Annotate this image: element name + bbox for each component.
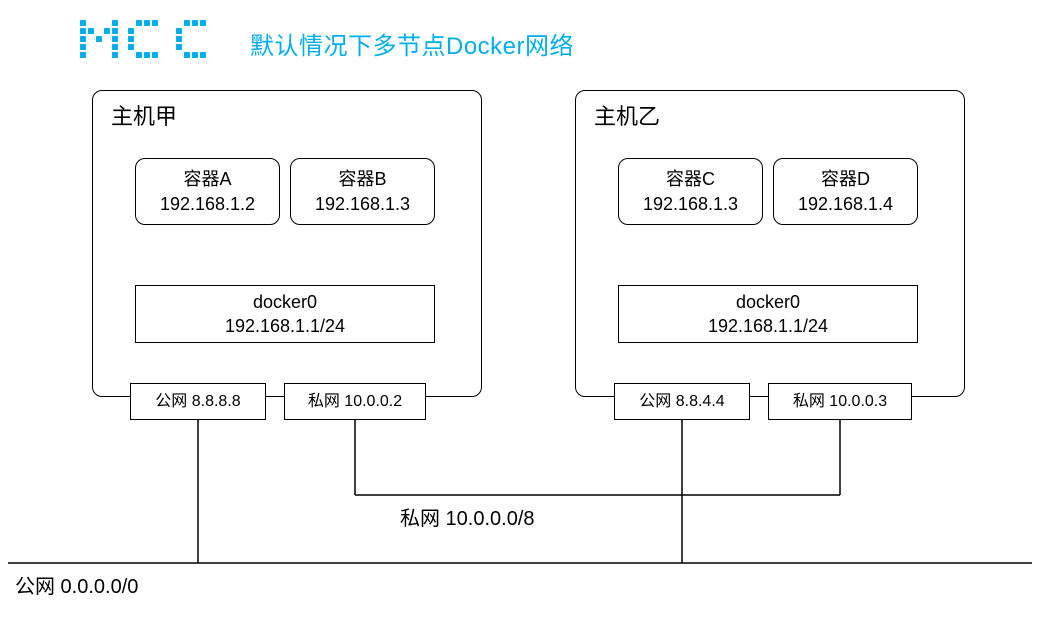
logo-letter-c1: [128, 20, 166, 58]
host-a-private-label: 私网 10.0.0.2: [308, 391, 402, 413]
host-a-private: 私网 10.0.0.2: [284, 383, 426, 420]
container-c: 容器C 192.168.1.3: [618, 158, 763, 225]
host-b-private-label: 私网 10.0.0.3: [793, 391, 887, 413]
host-b-public-label: 公网 8.8.4.4: [639, 391, 724, 413]
host-a-public-label: 公网 8.8.8.8: [155, 391, 240, 413]
host-b-title: 主机乙: [594, 99, 660, 131]
public-net-label: 公网 0.0.0.0/0: [15, 570, 138, 599]
host-a-public: 公网 8.8.8.8: [130, 383, 266, 420]
diagram-canvas: 默认情况下多节点Docker网络 主机甲 容器: [0, 0, 1040, 626]
docker0-a-cidr: 192.168.1.1/24: [225, 316, 345, 336]
container-b-ip: 192.168.1.3: [315, 194, 410, 214]
mcc-logo: [80, 20, 214, 58]
host-a: 主机甲: [92, 90, 482, 397]
logo-letter-c2: [176, 20, 214, 58]
container-a-ip: 192.168.1.2: [160, 194, 255, 214]
container-c-name: 容器C: [666, 169, 715, 189]
container-d: 容器D 192.168.1.4: [773, 158, 918, 225]
docker0-a-name: docker0: [253, 292, 317, 312]
host-b-public: 公网 8.8.4.4: [614, 383, 750, 420]
container-d-ip: 192.168.1.4: [798, 194, 893, 214]
container-d-name: 容器D: [821, 169, 870, 189]
container-a: 容器A 192.168.1.2: [135, 158, 280, 225]
docker0-b-name: docker0: [736, 292, 800, 312]
logo-letter-m: [80, 20, 118, 58]
container-b-name: 容器B: [338, 169, 386, 189]
docker0-b: docker0 192.168.1.1/24: [618, 285, 918, 343]
host-a-title: 主机甲: [111, 99, 177, 131]
host-b: 主机乙: [575, 90, 965, 397]
diagram-title: 默认情况下多节点Docker网络: [250, 26, 574, 61]
container-c-ip: 192.168.1.3: [643, 194, 738, 214]
host-b-private: 私网 10.0.0.3: [768, 383, 912, 420]
docker0-b-cidr: 192.168.1.1/24: [708, 316, 828, 336]
container-a-name: 容器A: [183, 169, 231, 189]
private-net-label: 私网 10.0.0.0/8: [400, 502, 535, 531]
docker0-a: docker0 192.168.1.1/24: [135, 285, 435, 343]
container-b: 容器B 192.168.1.3: [290, 158, 435, 225]
